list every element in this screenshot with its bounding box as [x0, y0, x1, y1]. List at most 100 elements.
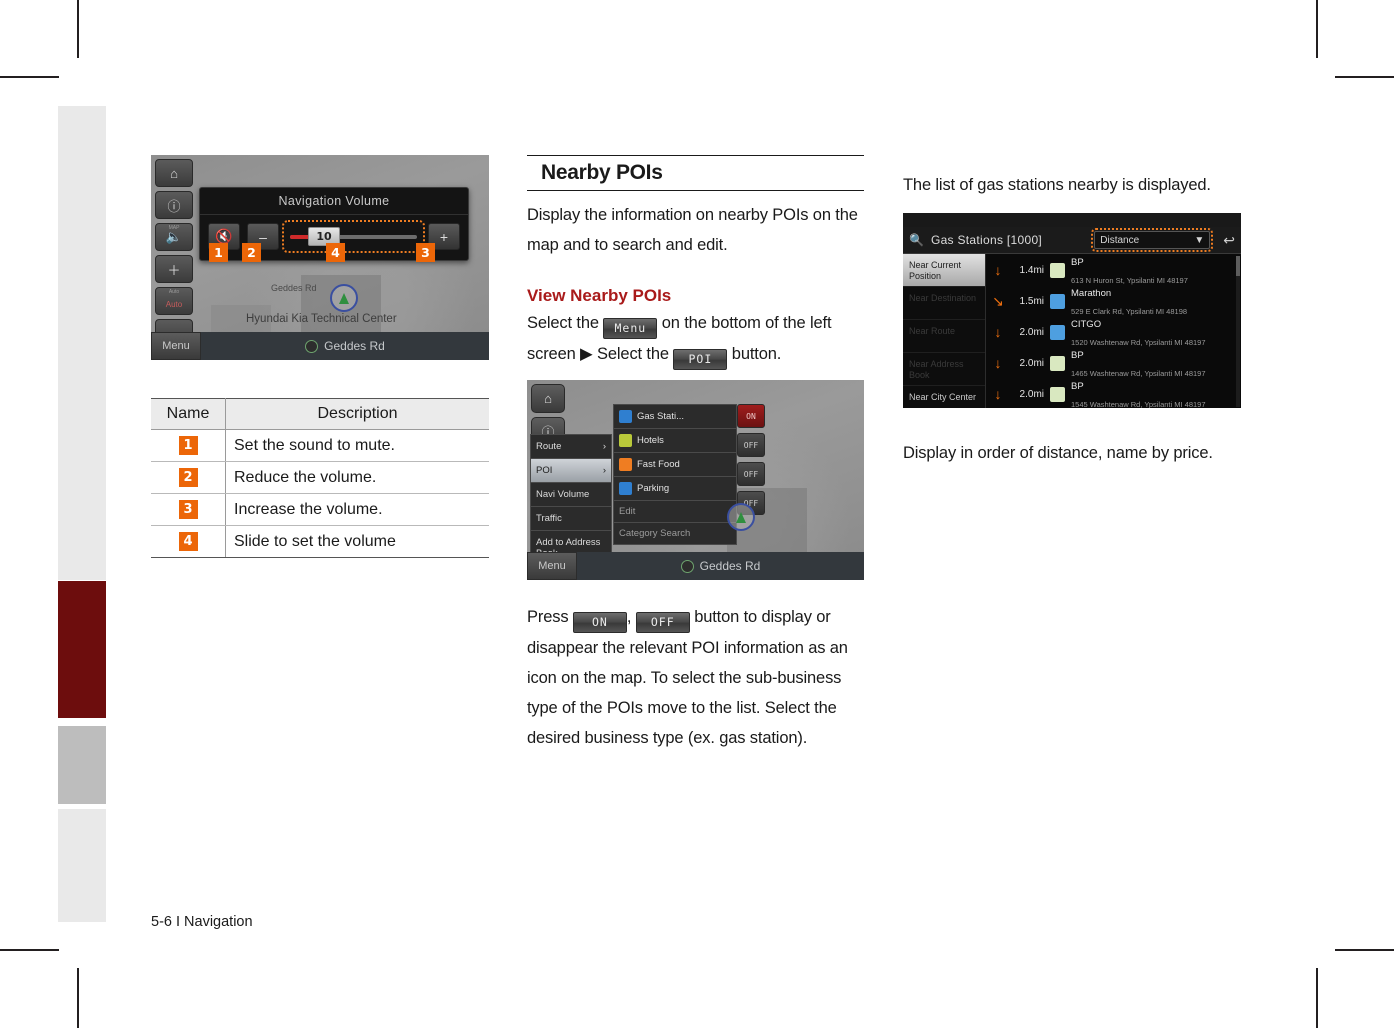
- poi-item-fast-food[interactable]: Fast Food: [614, 453, 736, 477]
- poi-item-category-search[interactable]: Category Search: [614, 523, 736, 544]
- menu-item-route[interactable]: Route ›: [531, 435, 611, 459]
- table-cell-name: 2: [151, 461, 226, 494]
- plus-icon[interactable]: ＋: [155, 255, 193, 283]
- list-scrollbar-thumb[interactable]: [1236, 256, 1240, 276]
- map-side-rail: ⌂ ⓘ MAP🔈 ＋ AutoAuto －: [155, 159, 193, 347]
- table-cell-description: Increase the volume.: [225, 493, 489, 526]
- sidebar-item-near-city-center[interactable]: Near City Center: [903, 386, 985, 408]
- table-row: 1 Set the sound to mute.: [151, 429, 489, 462]
- gas-name: BP: [1071, 381, 1084, 392]
- direction-arrow-icon: ↓: [994, 386, 1002, 402]
- direction-arrow-icon: ↘: [992, 292, 1004, 309]
- current-street-bar: Geddes Rd: [577, 552, 864, 580]
- speaker-icon[interactable]: MAP 🔈: [155, 223, 193, 251]
- toggle-gas-stations[interactable]: ON: [737, 404, 765, 428]
- press-paragraph: Press ON, OFF button to display or disap…: [527, 602, 864, 753]
- number-badge: 4: [178, 532, 198, 551]
- description-table: Name Description 1 Set the sound to mute…: [151, 398, 489, 558]
- direction-arrow-icon: ↓: [994, 355, 1002, 371]
- brand-icon: [1050, 262, 1065, 278]
- distance-label: 1.4mi: [1019, 264, 1044, 276]
- gas-result-list[interactable]: ↓ 1.4mi BP 613 N Huron St, Ypsilanti MI …: [986, 254, 1241, 408]
- list-scrollbar[interactable]: [1236, 256, 1240, 407]
- distance-label: 2.0mi: [1019, 357, 1044, 369]
- menu-key-button[interactable]: Menu: [603, 318, 658, 339]
- gas-station-icon: [619, 410, 632, 423]
- rail-label-auto: Auto: [168, 289, 180, 295]
- chapter-tab-current: [58, 581, 106, 718]
- direction-arrow-icon: ↓: [994, 324, 1002, 340]
- right-column: The list of gas stations nearby is displ…: [903, 170, 1243, 468]
- menu-button[interactable]: Menu: [527, 552, 577, 580]
- table-cell-name: 1: [151, 429, 226, 462]
- sidebar-item-near-route[interactable]: Near Route: [903, 320, 985, 353]
- volume-slider[interactable]: 10: [282, 220, 425, 253]
- home-icon[interactable]: ⌂: [155, 159, 193, 187]
- home-icon[interactable]: ⌂: [531, 384, 565, 413]
- list-item[interactable]: ↓ 2.0mi BP 1545 Washtenaw Rd, Ypsilanti …: [986, 378, 1241, 409]
- toggle-fast-food[interactable]: OFF: [737, 462, 765, 486]
- menu-item-label: Route: [536, 441, 562, 452]
- chevron-right-icon: ›: [602, 465, 606, 476]
- poi-item-gas-stations[interactable]: Gas Stati...: [614, 405, 736, 429]
- map-poi-name: Hyundai Kia Technical Center: [246, 313, 397, 325]
- list-item[interactable]: ↓ 1.4mi BP 613 N Huron St, Ypsilanti MI …: [986, 254, 1241, 286]
- direction-arrow-icon: ↓: [994, 262, 1002, 278]
- poi-item-hotels[interactable]: Hotels: [614, 429, 736, 453]
- table-cell-description: Slide to set the volume: [225, 525, 489, 558]
- back-arrow-icon[interactable]: ↩: [1217, 232, 1235, 249]
- list-item[interactable]: ↓ 2.0mi CITGO 1520 Washtenaw Rd, Ypsilan…: [986, 316, 1241, 348]
- menu-item-poi[interactable]: POI ›: [531, 459, 611, 483]
- info-icon[interactable]: ⓘ: [155, 191, 193, 219]
- page-title: Nearby POIs: [541, 161, 663, 184]
- gas-list-sidebar: Near Current Position Near Destination N…: [903, 254, 986, 408]
- gas-list-title: Gas Stations [1000]: [930, 233, 1043, 247]
- gas-list-header: 🔍 Gas Stations [1000] Distance ▼ ↩: [903, 227, 1241, 254]
- poi-item-label: Fast Food: [637, 459, 680, 470]
- sort-dropdown[interactable]: Distance ▼: [1091, 228, 1214, 252]
- poi-item-label: Category Search: [619, 528, 691, 539]
- sidebar-item-near-destination[interactable]: Near Destination: [903, 287, 985, 320]
- menu-item-traffic[interactable]: Traffic: [531, 507, 611, 531]
- sidebar-item-near-current-position[interactable]: Near Current Position: [903, 254, 985, 287]
- chapter-tab-gray: [58, 726, 106, 804]
- table-cell-description: Set the sound to mute.: [225, 429, 489, 462]
- distance-label: 1.5mi: [1019, 295, 1044, 307]
- auto-icon[interactable]: Auto Auto: [155, 287, 193, 315]
- list-item[interactable]: ↓ 2.0mi BP 1465 Washtenaw Rd, Ypsilanti …: [986, 347, 1241, 379]
- map-bottom-bar: Menu Geddes Rd: [527, 552, 864, 580]
- on-key-button[interactable]: ON: [572, 612, 627, 633]
- chevron-down-icon: ▼: [1194, 234, 1205, 246]
- toggle-hotels[interactable]: OFF: [737, 433, 765, 457]
- current-street-label: Geddes Rd: [699, 559, 761, 573]
- instruction-post: button.: [731, 345, 782, 363]
- menu-item-navi-volume[interactable]: Navi Volume: [531, 483, 611, 507]
- number-badge: 2: [178, 468, 198, 487]
- poi-item-parking[interactable]: Parking: [614, 477, 736, 501]
- list-item[interactable]: ↘ 1.5mi Marathon 529 E Clark Rd, Ypsilan…: [986, 285, 1241, 317]
- table-row: 4 Slide to set the volume: [151, 525, 489, 558]
- poi-key-button[interactable]: POI: [673, 349, 728, 370]
- callout-4: 4: [326, 243, 345, 262]
- sidebar-item-near-address-book[interactable]: Near Address Book: [903, 353, 985, 386]
- crop-mark-bottom-right: [1316, 968, 1318, 1028]
- crop-mark-right-top: [1335, 76, 1394, 78]
- table-row: 2 Reduce the volume.: [151, 461, 489, 494]
- poi-submenu: Gas Stati... Hotels Fast Food Parking Ed…: [613, 404, 737, 545]
- press-pre: Press: [527, 608, 569, 626]
- parking-icon: [619, 482, 632, 495]
- map-street-label: Geddes Rd: [271, 283, 317, 293]
- poi-item-edit[interactable]: Edit: [614, 501, 736, 523]
- gas-list-body: Near Current Position Near Destination N…: [903, 254, 1241, 408]
- right-outro-text: Display in order of distance, name by pr…: [903, 444, 1213, 462]
- menu-button[interactable]: Menu: [151, 332, 201, 360]
- table-row: 3 Increase the volume.: [151, 493, 489, 526]
- distance-label: 2.0mi: [1019, 388, 1044, 400]
- crop-mark-bottom-left: [77, 968, 79, 1028]
- middle-column: Nearby POIs Display the information on n…: [527, 155, 864, 753]
- chapter-tab-light-bottom: [58, 809, 106, 922]
- gas-address: 1545 Washtenaw Rd, Ypsilanti MI 48197: [1071, 400, 1206, 408]
- poi-menu-screenshot: ⌂ ⓘ Route › POI › Navi Volume Traffic Ad…: [527, 380, 864, 580]
- current-street-label: Geddes Rd: [324, 339, 385, 353]
- off-key-button[interactable]: OFF: [635, 612, 690, 633]
